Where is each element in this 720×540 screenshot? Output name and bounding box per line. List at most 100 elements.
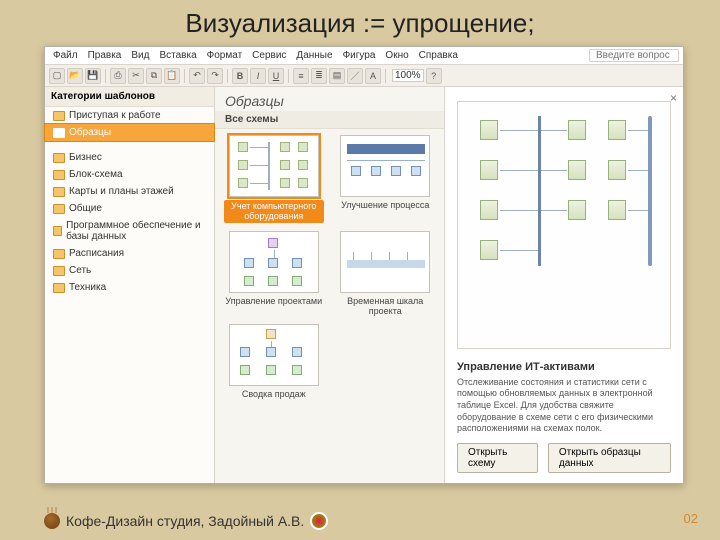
bus-line xyxy=(648,116,652,266)
folder-icon xyxy=(53,204,65,214)
sidebar-item-label: Образцы xyxy=(69,127,111,138)
copy-icon[interactable]: ⧉ xyxy=(146,68,162,84)
font-color-icon[interactable]: A xyxy=(365,68,381,84)
server-icon xyxy=(608,120,626,140)
zoom-combo[interactable]: 100% xyxy=(392,69,424,82)
server-icon xyxy=(608,200,626,220)
sidebar-item-flowchart[interactable]: Блок-схема xyxy=(45,166,214,183)
sidebar-item-label: Приступая к работе xyxy=(69,110,161,121)
menu-tools[interactable]: Сервис xyxy=(248,49,290,62)
menu-shape[interactable]: Фигура xyxy=(339,49,380,62)
save-icon[interactable]: 💾 xyxy=(85,68,101,84)
sidebar-item-maps[interactable]: Карты и планы этажей xyxy=(45,183,214,200)
studio-logo-icon xyxy=(310,512,328,530)
paste-icon[interactable]: 📋 xyxy=(164,68,180,84)
menu-window[interactable]: Окно xyxy=(381,49,412,62)
server-icon xyxy=(480,200,498,220)
sidebar-item-label: Карты и планы этажей xyxy=(69,186,174,197)
detail-title: Управление ИТ-активами xyxy=(457,361,671,373)
folder-icon xyxy=(53,187,65,197)
server-icon xyxy=(480,160,498,180)
help-icon[interactable]: ? xyxy=(426,68,442,84)
folder-icon xyxy=(53,266,65,276)
open-scheme-button[interactable]: Открыть схему xyxy=(457,443,538,473)
gallery-subhead: Все схемы xyxy=(215,111,444,129)
sidebar-item-schedule[interactable]: Расписания xyxy=(45,245,214,262)
server-icon xyxy=(568,200,586,220)
sidebar-item-business[interactable]: Бизнес xyxy=(45,149,214,166)
thumbnail-preview xyxy=(229,324,319,386)
thumbnail-preview xyxy=(229,231,319,293)
menu-insert[interactable]: Вставка xyxy=(155,49,200,62)
italic-icon[interactable]: I xyxy=(250,68,266,84)
thumbnail-label: Улучшение процесса xyxy=(341,200,429,210)
page-number: 02 xyxy=(684,511,698,526)
menu-help[interactable]: Справка xyxy=(415,49,462,62)
sidebar-item-label: Блок-схема xyxy=(69,169,123,180)
open-icon[interactable]: 📂 xyxy=(67,68,83,84)
server-icon xyxy=(480,240,498,260)
sidebar-item-label: Программное обеспечение и базы данных xyxy=(66,220,206,242)
menu-file[interactable]: Файл xyxy=(49,49,82,62)
sidebar-item-general[interactable]: Общие xyxy=(45,200,214,217)
thumbnail-preview xyxy=(340,231,430,293)
close-icon[interactable]: × xyxy=(670,91,677,105)
sidebar-item-samples[interactable]: Образцы xyxy=(45,124,214,141)
template-project-management[interactable]: Управление проектами xyxy=(221,231,327,317)
sidebar-item-label: Техника xyxy=(69,282,106,293)
server-icon xyxy=(568,120,586,140)
underline-icon[interactable]: U xyxy=(268,68,284,84)
sidebar-item-label: Расписания xyxy=(69,248,124,259)
server-icon xyxy=(608,160,626,180)
folder-icon xyxy=(53,283,65,293)
menu-edit[interactable]: Правка xyxy=(84,49,126,62)
line-icon[interactable]: ／ xyxy=(347,68,363,84)
menu-view[interactable]: Вид xyxy=(127,49,153,62)
thumbnail-label: Временная шкала проекта xyxy=(335,296,435,317)
thumbnail-label: Учет компьютерного оборудования xyxy=(224,200,324,223)
new-icon[interactable]: ▢ xyxy=(49,68,65,84)
sidebar-heading: Категории шаблонов xyxy=(45,87,214,107)
template-gallery: Учет компьютерного оборудования Улучшени… xyxy=(215,129,444,483)
toolbar: ▢ 📂 💾 ⎙ ✂ ⧉ 📋 ↶ ↷ B I U ≡ ≣ ▤ ／ A 100% ? xyxy=(45,65,683,87)
footer-text: Кофе-Дизайн студия, Задойный А.В. xyxy=(66,513,304,529)
bus-line xyxy=(538,116,541,266)
undo-icon[interactable]: ↶ xyxy=(189,68,205,84)
template-it-assets[interactable]: Учет компьютерного оборудования xyxy=(221,135,327,223)
sidebar-item-network[interactable]: Сеть xyxy=(45,262,214,279)
sidebar-item-engineering[interactable]: Техника xyxy=(45,279,214,296)
template-sales-summary[interactable]: Сводка продаж xyxy=(221,324,327,399)
folder-icon xyxy=(53,170,65,180)
thumbnail-label: Сводка продаж xyxy=(242,389,306,399)
sidebar-item-label: Общие xyxy=(69,203,102,214)
fill-icon[interactable]: ▤ xyxy=(329,68,345,84)
align-left-icon[interactable]: ≡ xyxy=(293,68,309,84)
server-icon xyxy=(480,120,498,140)
print-icon[interactable]: ⎙ xyxy=(110,68,126,84)
open-sample-data-button[interactable]: Открыть образцы данных xyxy=(548,443,671,473)
template-process-improvement[interactable]: Улучшение процесса xyxy=(333,135,439,223)
sidebar-item-label: Сеть xyxy=(69,265,91,276)
bold-icon[interactable]: B xyxy=(232,68,248,84)
sidebar-item-software[interactable]: Программное обеспечение и базы данных xyxy=(45,217,214,245)
menu-format[interactable]: Формат xyxy=(203,49,247,62)
template-gallery-pane: Образцы Все схемы Учет компьютерного обо… xyxy=(215,87,445,483)
folder-icon xyxy=(53,128,65,138)
menu-data[interactable]: Данные xyxy=(292,49,336,62)
folder-icon xyxy=(53,153,65,163)
server-icon xyxy=(568,160,586,180)
sidebar-item-getting-started[interactable]: Приступая к работе xyxy=(45,107,214,124)
thumbnail-preview xyxy=(340,135,430,197)
sidebar: Категории шаблонов Приступая к работе Об… xyxy=(45,87,215,483)
slide-footer: Кофе-Дизайн студия, Задойный А.В. xyxy=(44,512,328,530)
detail-pane: × xyxy=(445,87,683,483)
folder-icon xyxy=(53,249,65,259)
template-project-timeline[interactable]: Временная шкала проекта xyxy=(333,231,439,317)
redo-icon[interactable]: ↷ xyxy=(207,68,223,84)
coffee-cup-icon xyxy=(44,513,60,529)
help-search-input[interactable] xyxy=(589,49,679,62)
thumbnail-preview xyxy=(229,135,319,197)
align-center-icon[interactable]: ≣ xyxy=(311,68,327,84)
sidebar-item-label: Бизнес xyxy=(69,152,102,163)
cut-icon[interactable]: ✂ xyxy=(128,68,144,84)
